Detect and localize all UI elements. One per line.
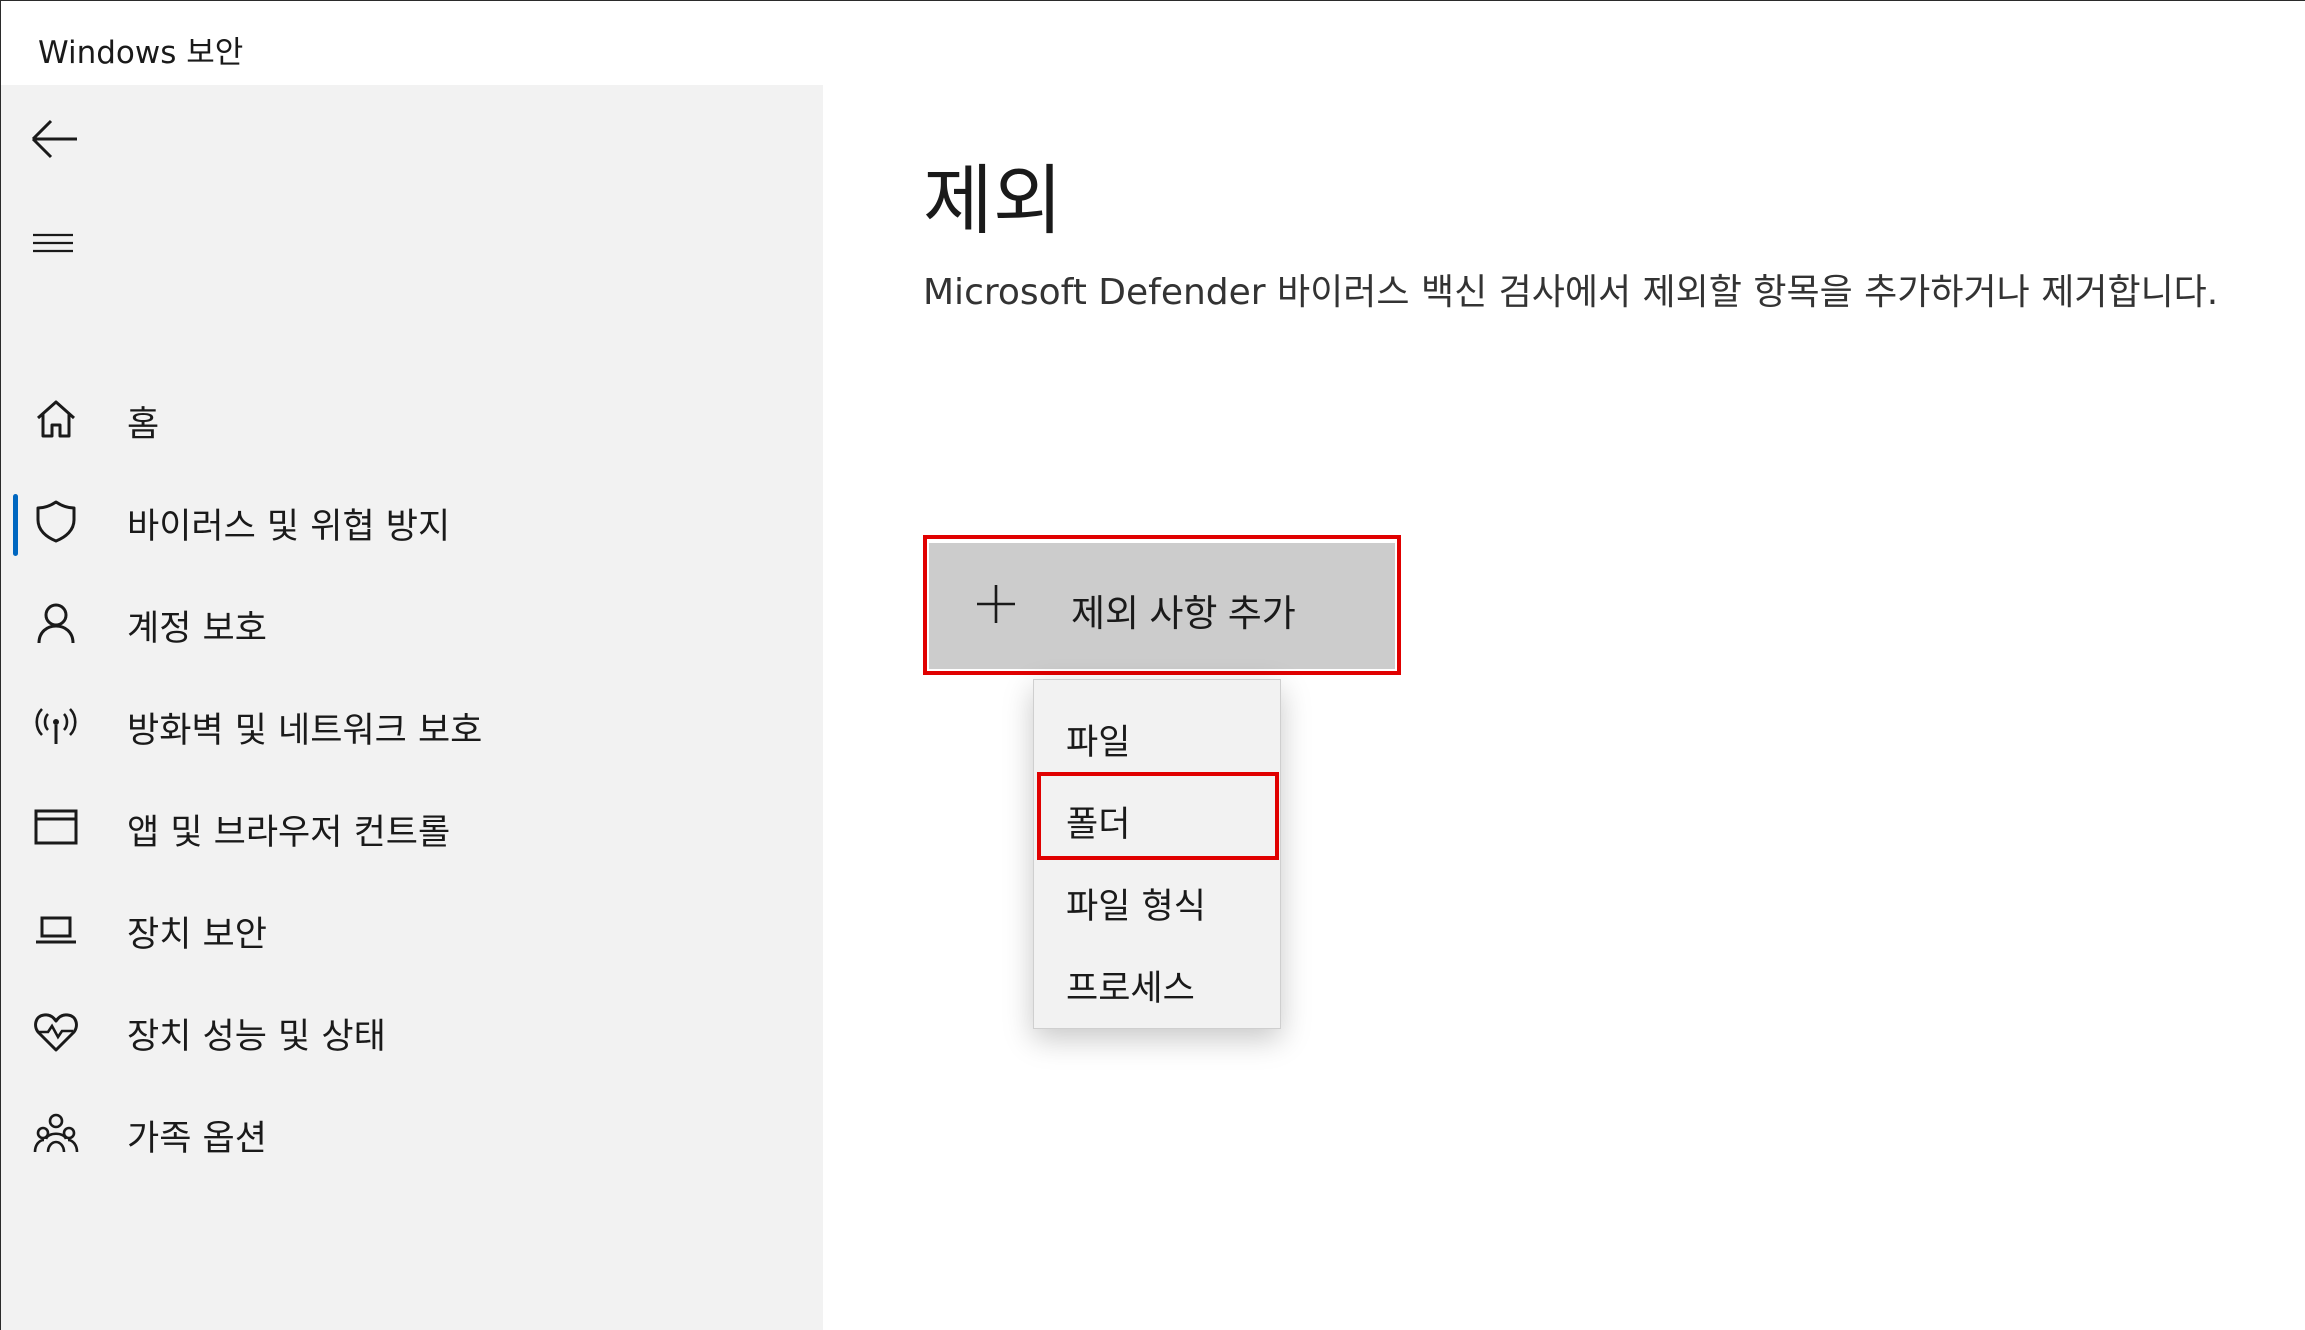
menu-item-process[interactable]: 프로세스 (1034, 940, 1282, 1020)
menu-item-label: 파일 형식 (1066, 887, 1206, 927)
sidebar-item-app-browser-control[interactable]: 앱 및 브라우저 컨트롤 (1, 780, 823, 870)
menu-item-file-type[interactable]: 파일 형식 (1034, 858, 1282, 938)
sidebar-item-device-security[interactable]: 장치 보안 (1, 882, 823, 972)
exclusion-type-menu: 파일 폴더 파일 형식 프로세스 (1033, 679, 1281, 1029)
sidebar-item-device-performance[interactable]: 장치 성능 및 상태 (1, 984, 823, 1074)
home-icon (31, 394, 81, 444)
page-title: 제외 (923, 156, 1063, 245)
family-icon (31, 1108, 81, 1158)
sidebar-item-virus-protection[interactable]: 바이러스 및 위협 방지 (1, 474, 823, 564)
sidebar-item-label: 가족 옵션 (127, 1119, 267, 1159)
sidebar-item-firewall[interactable]: 방화벽 및 네트워크 보호 (1, 678, 823, 768)
hamburger-icon (33, 233, 73, 253)
menu-toggle-button[interactable] (19, 215, 89, 275)
sidebar-item-label: 계정 보호 (127, 609, 267, 649)
laptop-icon (31, 904, 81, 954)
sidebar-item-label: 장치 보안 (127, 915, 267, 955)
sidebar-item-label: 장치 성능 및 상태 (127, 1017, 386, 1057)
back-arrow-icon (31, 119, 77, 159)
selected-indicator (13, 494, 18, 556)
sidebar-item-label: 바이러스 및 위협 방지 (127, 507, 451, 547)
sidebar-item-account-protection[interactable]: 계정 보호 (1, 576, 823, 666)
sidebar-item-label: 방화벽 및 네트워크 보호 (127, 711, 483, 751)
browser-window-icon (31, 802, 81, 852)
sidebar: 홈 바이러스 및 위협 방지 계정 보호 방화벽 및 네트워크 보호 앱 및 브… (1, 85, 823, 1330)
menu-item-label: 파일 (1066, 723, 1131, 763)
menu-item-label: 프로세스 (1066, 969, 1195, 1009)
button-highlight-box (923, 535, 1401, 675)
antenna-icon (31, 700, 81, 750)
heart-pulse-icon (31, 1006, 81, 1056)
sidebar-item-home[interactable]: 홈 (1, 372, 823, 462)
window-title: Windows 보안 (38, 35, 244, 71)
menu-item-file[interactable]: 파일 (1034, 694, 1282, 774)
back-button[interactable] (19, 105, 89, 175)
main-content: 제외 Microsoft Defender 바이러스 백신 검사에서 제외할 항… (823, 85, 2305, 1330)
folder-highlight-box (1037, 772, 1279, 860)
sidebar-item-label: 홈 (127, 405, 160, 445)
person-icon (31, 598, 81, 648)
page-description: Microsoft Defender 바이러스 백신 검사에서 제외할 항목을 … (923, 272, 2219, 313)
title-bar: Windows 보안 (1, 1, 2305, 85)
sidebar-item-family-options[interactable]: 가족 옵션 (1, 1086, 823, 1176)
shield-icon (31, 496, 81, 546)
sidebar-item-label: 앱 및 브라우저 컨트롤 (127, 813, 451, 853)
app-window: Windows 보안 홈 바이러스 및 위협 방지 계정 보호 방화벽 및 네트… (0, 0, 2305, 1330)
